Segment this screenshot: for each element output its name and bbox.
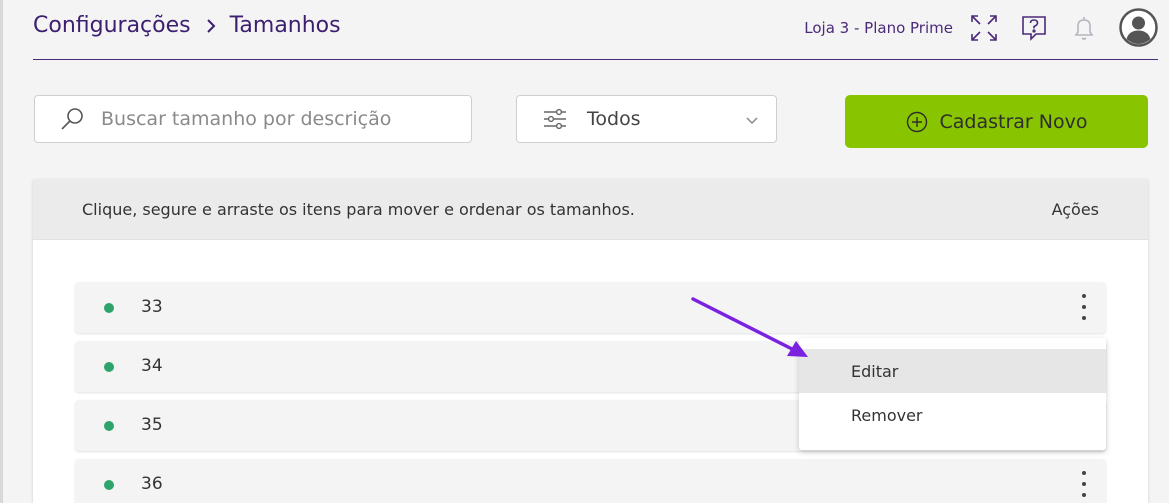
- size-label: 35: [141, 415, 163, 435]
- actions-column-header: Ações: [1051, 200, 1099, 219]
- header-actions: Loja 3 - Plano Prime: [804, 8, 1158, 47]
- panel-header: Clique, segure e arraste os itens para m…: [33, 179, 1148, 240]
- size-label: 36: [141, 474, 163, 494]
- user-avatar-icon[interactable]: [1119, 8, 1158, 47]
- add-new-label: Cadastrar Novo: [939, 110, 1088, 133]
- chevron-down-icon: [746, 117, 758, 125]
- search-icon: [61, 108, 83, 130]
- chevron-right-icon: [206, 18, 216, 33]
- drag-hint: Clique, segure e arraste os itens para m…: [82, 200, 635, 219]
- more-options-icon[interactable]: [1076, 294, 1092, 320]
- search-input[interactable]: [101, 108, 431, 130]
- status-filter-select[interactable]: Todos: [516, 95, 777, 143]
- size-label: 33: [141, 297, 163, 317]
- help-icon[interactable]: [1019, 13, 1049, 43]
- fullscreen-icon[interactable]: [969, 13, 999, 43]
- search-box[interactable]: [34, 95, 472, 143]
- status-dot: [104, 421, 114, 431]
- bell-icon[interactable]: [1069, 13, 1099, 43]
- window-edge: [0, 0, 3, 503]
- menu-item-edit[interactable]: Editar: [799, 349, 1106, 393]
- plus-circle-icon: [906, 111, 927, 132]
- menu-item-remove[interactable]: Remover: [799, 393, 1106, 437]
- page-header: Configurações Tamanhos Loja 3 - Plano Pr…: [33, 0, 1158, 60]
- size-label: 34: [141, 356, 163, 376]
- add-new-button[interactable]: Cadastrar Novo: [845, 95, 1148, 148]
- size-row[interactable]: 33: [75, 282, 1106, 333]
- breadcrumb-root[interactable]: Configurações: [33, 13, 191, 38]
- more-options-icon[interactable]: [1076, 471, 1092, 497]
- status-dot: [104, 362, 114, 372]
- row-actions-menu: Editar Remover: [799, 338, 1106, 450]
- annotation-arrow-icon: [691, 297, 808, 357]
- status-dot: [104, 480, 114, 490]
- filter-value: Todos: [587, 108, 641, 130]
- status-dot: [104, 303, 114, 313]
- size-row[interactable]: 36: [75, 459, 1106, 503]
- breadcrumb-current: Tamanhos: [229, 13, 341, 38]
- filter-sliders-icon: [544, 108, 566, 130]
- store-label[interactable]: Loja 3 - Plano Prime: [804, 19, 953, 37]
- breadcrumb: Configurações Tamanhos: [33, 13, 341, 38]
